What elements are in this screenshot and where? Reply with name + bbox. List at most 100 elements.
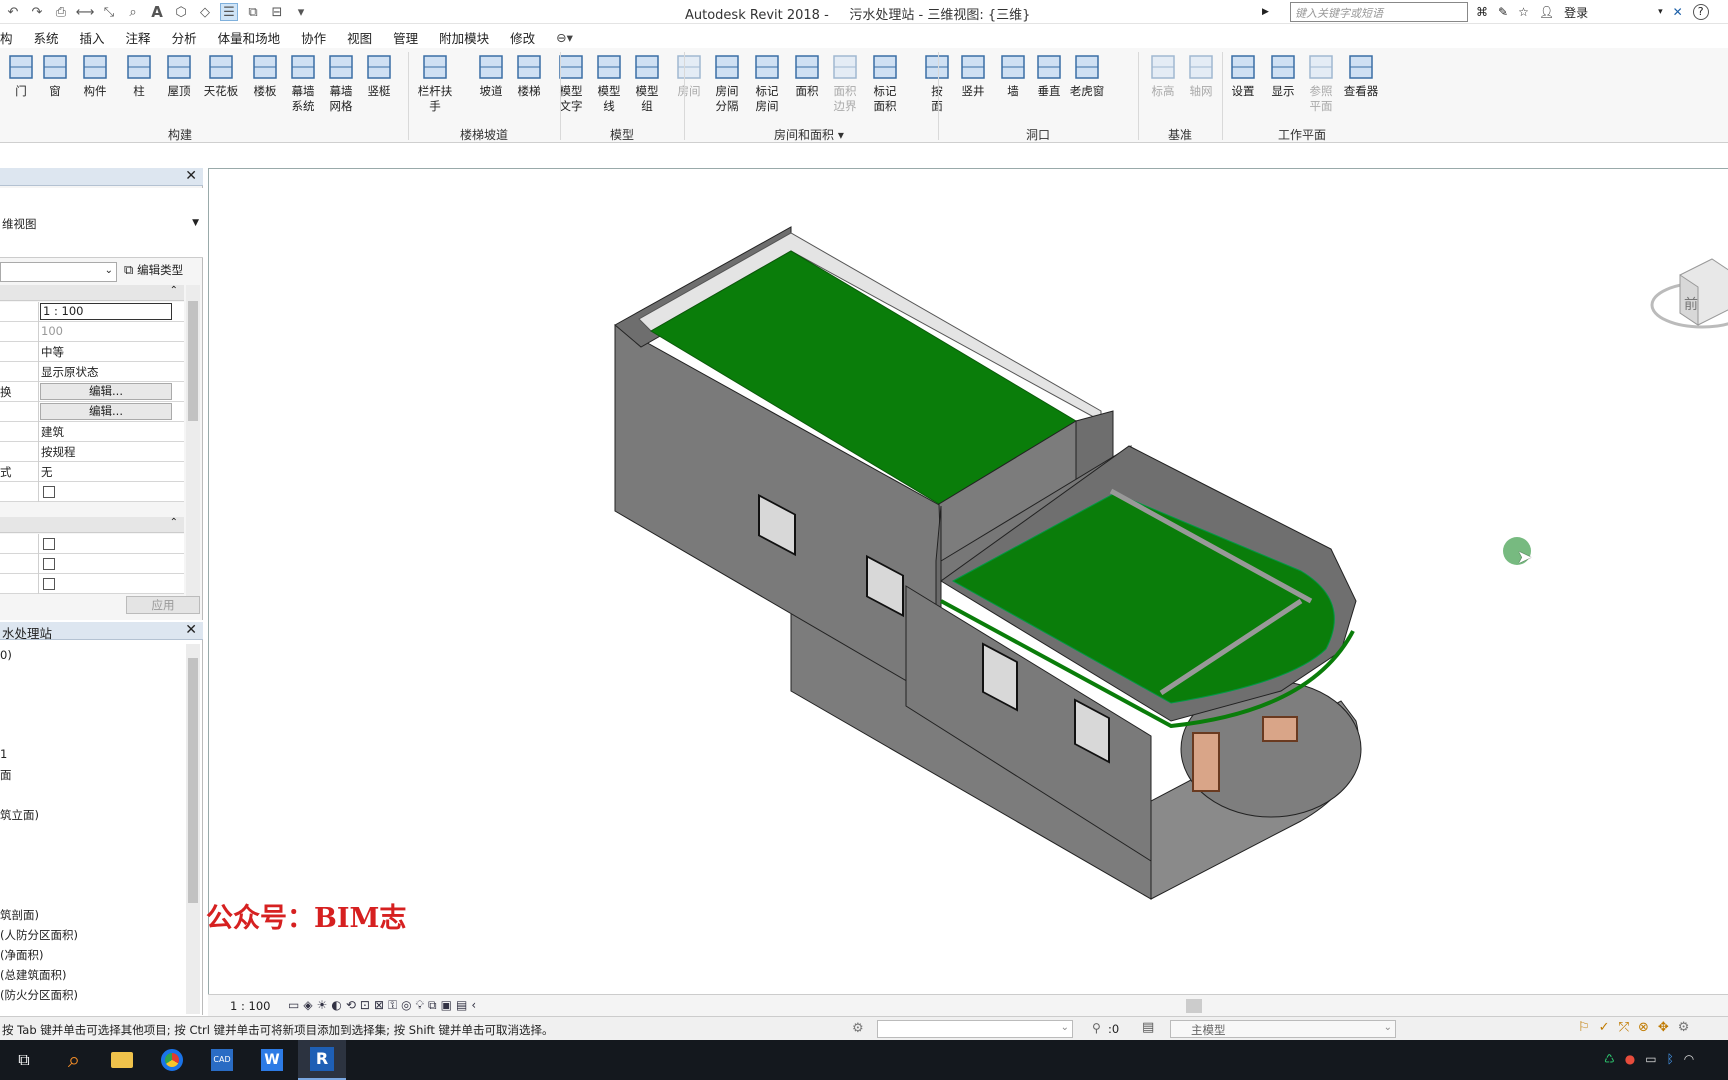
building-model[interactable] xyxy=(209,169,1728,995)
tree-item[interactable]: (总建筑面积) xyxy=(0,967,66,983)
ribbon-button-tag-room[interactable]: 标记 房间 xyxy=(748,52,786,124)
switch-windows-icon[interactable]: ⊟ xyxy=(268,3,286,21)
ribbon-button-roof[interactable]: 屋顶 xyxy=(160,52,198,124)
3d-viewport[interactable]: 前 ➤ xyxy=(208,168,1728,994)
ribbon-button-window[interactable]: 窗 xyxy=(36,52,74,124)
ribbon-button-curtain-grid[interactable]: 幕墙 网格 xyxy=(322,52,360,124)
property-value[interactable]: 中等 xyxy=(41,344,64,360)
tab-view[interactable]: 视图 xyxy=(347,28,372,47)
view-scale[interactable]: 1 : 100 xyxy=(230,999,270,1013)
viewcube[interactable]: 前 xyxy=(1650,249,1728,349)
filter-icon[interactable]: ⚙ xyxy=(1678,1020,1690,1035)
tree-item[interactable]: (人防分区面积) xyxy=(0,927,78,943)
crop-view-icon[interactable]: ⊡ xyxy=(360,998,370,1013)
drag-elements-icon[interactable]: ✥ xyxy=(1658,1020,1669,1035)
extents-group-header[interactable]: ⌃ xyxy=(0,517,184,533)
ribbon-button-model-line[interactable]: 模型 线 xyxy=(590,52,628,124)
login-link[interactable]: 登录 xyxy=(1564,4,1588,21)
ribbon-button-room-separator[interactable]: 房间 分隔 xyxy=(708,52,746,124)
close-hidden-windows-icon[interactable]: ⧉ xyxy=(244,3,262,21)
file-explorer-icon[interactable] xyxy=(98,1040,146,1080)
workset-icon[interactable]: ⚙ xyxy=(852,1021,864,1036)
design-options-icon[interactable]: ▤ xyxy=(1142,1020,1154,1035)
ribbon-button-area-boundary[interactable]: 面积 边界 xyxy=(826,52,864,124)
scrollbar-thumb[interactable] xyxy=(188,301,198,421)
subscription-icon[interactable]: ✎ xyxy=(1498,5,1508,19)
dimension-icon[interactable]: ⤡ xyxy=(100,3,118,21)
render-icon[interactable]: ⟲ xyxy=(346,998,356,1013)
battery-icon[interactable]: ▭ xyxy=(1645,1052,1656,1066)
property-value[interactable]: 1 : 100 xyxy=(40,303,172,320)
edit-button[interactable]: 编辑... xyxy=(40,403,172,420)
user-icon[interactable]: 👤︎ xyxy=(1539,5,1554,19)
tree-item[interactable]: 1 xyxy=(0,747,7,761)
ribbon-button-set[interactable]: 设置 xyxy=(1224,52,1262,124)
properties-scrollbar[interactable] xyxy=(186,285,200,599)
thin-lines-icon[interactable]: ☰ xyxy=(220,3,238,21)
ribbon-button-model-text[interactable]: 模型 文字 xyxy=(552,52,590,124)
redo-icon[interactable]: ↷ xyxy=(28,3,46,21)
property-value[interactable]: 按规程 xyxy=(41,444,76,460)
search-icon[interactable]: ⌕ xyxy=(50,1040,98,1080)
temporary-hide-icon[interactable]: ◎ xyxy=(401,998,411,1013)
ribbon-button-mullion[interactable]: 竖梃 xyxy=(360,52,398,124)
ribbon-button-ramp[interactable]: 坡道 xyxy=(472,52,510,124)
tag-icon[interactable]: ⌕ xyxy=(124,3,142,21)
binoculars-icon[interactable]: ⌘ xyxy=(1476,5,1488,19)
tree-item[interactable]: 0) xyxy=(0,648,12,662)
select-pinned-icon[interactable]: ⤱ xyxy=(1619,1020,1629,1035)
collapse-icon[interactable]: ⌃ xyxy=(170,517,178,528)
favorites-star-icon[interactable]: ☆ xyxy=(1518,5,1529,19)
cad-app-icon[interactable]: CAD xyxy=(198,1040,246,1080)
property-value[interactable]: 显示原状态 xyxy=(41,364,99,380)
ribbon-button-dormer[interactable]: 老虎窗 xyxy=(1068,52,1106,124)
property-value[interactable]: 100 xyxy=(41,324,63,338)
checkbox[interactable] xyxy=(43,578,55,590)
ribbon-button-ceiling[interactable]: 天花板 xyxy=(202,52,240,124)
show-crop-icon[interactable]: ⊠ xyxy=(374,998,384,1013)
checkbox[interactable] xyxy=(43,486,55,498)
tab-massing-site[interactable]: 体量和场地 xyxy=(218,28,281,47)
property-value[interactable]: 无 xyxy=(41,464,53,480)
collapse-arrow-icon[interactable]: ‹ xyxy=(471,998,476,1013)
chevron-down-icon[interactable]: ▼ xyxy=(192,218,199,228)
ribbon-button-door[interactable]: 门 xyxy=(2,52,40,124)
tree-item[interactable]: (防火分区面积) xyxy=(0,987,78,1003)
ribbon-button-vertical[interactable]: 垂直 xyxy=(1030,52,1068,124)
ribbon-button-by-face[interactable]: 按 面 xyxy=(918,52,956,124)
print-icon[interactable]: ⎙ xyxy=(52,3,70,21)
ribbon-button-column[interactable]: 柱 xyxy=(120,52,158,124)
tab-insert[interactable]: 插入 xyxy=(80,28,105,47)
ribbon-button-stair[interactable]: 楼梯 xyxy=(510,52,548,124)
tree-item[interactable]: 筑立面) xyxy=(0,807,39,823)
ribbon-button-ref-plane[interactable]: 参照 平面 xyxy=(1302,52,1340,124)
type-selector[interactable]: 维视图 ▼ xyxy=(0,188,203,258)
customize-qat-icon[interactable]: ▾ xyxy=(292,3,310,21)
tab-architecture[interactable]: 构 xyxy=(0,28,13,47)
reveal-hidden-icon[interactable]: 💡︎ xyxy=(416,998,424,1013)
tree-item[interactable]: (净面积) xyxy=(0,947,43,963)
edit-button[interactable]: 编辑... xyxy=(40,383,172,400)
tab-collaborate[interactable]: 协作 xyxy=(301,28,326,47)
browser-scrollbar[interactable] xyxy=(186,644,200,1014)
text-icon[interactable]: A xyxy=(148,3,166,21)
property-value[interactable]: 建筑 xyxy=(41,424,64,440)
ribbon-button-model-group[interactable]: 模型 组 xyxy=(628,52,666,124)
shadows-icon[interactable]: ◐ xyxy=(331,998,341,1013)
help-icon[interactable]: ? xyxy=(1692,4,1709,20)
tray-antivirus-icon[interactable]: ● xyxy=(1625,1052,1635,1066)
unlock-3d-icon[interactable]: ⚿ xyxy=(388,998,397,1013)
workset-dropdown[interactable]: ⌄ xyxy=(877,1020,1073,1038)
close-icon[interactable]: ✕ xyxy=(185,168,197,184)
ribbon-button-level[interactable]: 标高 xyxy=(1144,52,1182,124)
expand-arrow-icon[interactable]: ▶ xyxy=(1262,7,1269,17)
tab-modify[interactable]: 修改 xyxy=(510,28,535,47)
ribbon-button-curtain-system[interactable]: 幕墙 系统 xyxy=(284,52,322,124)
ribbon-button-grid[interactable]: 轴网 xyxy=(1182,52,1220,124)
graphics-group-header[interactable]: ⌃ xyxy=(0,285,184,301)
measure-icon[interactable]: ⟷ xyxy=(76,3,95,21)
revit-taskbar-icon[interactable]: R xyxy=(298,1040,346,1080)
sun-path-icon[interactable]: ☀ xyxy=(317,998,328,1013)
ribbon-button-room[interactable]: 房间 xyxy=(670,52,708,124)
tab-add-ins[interactable]: 附加模块 xyxy=(439,28,489,47)
